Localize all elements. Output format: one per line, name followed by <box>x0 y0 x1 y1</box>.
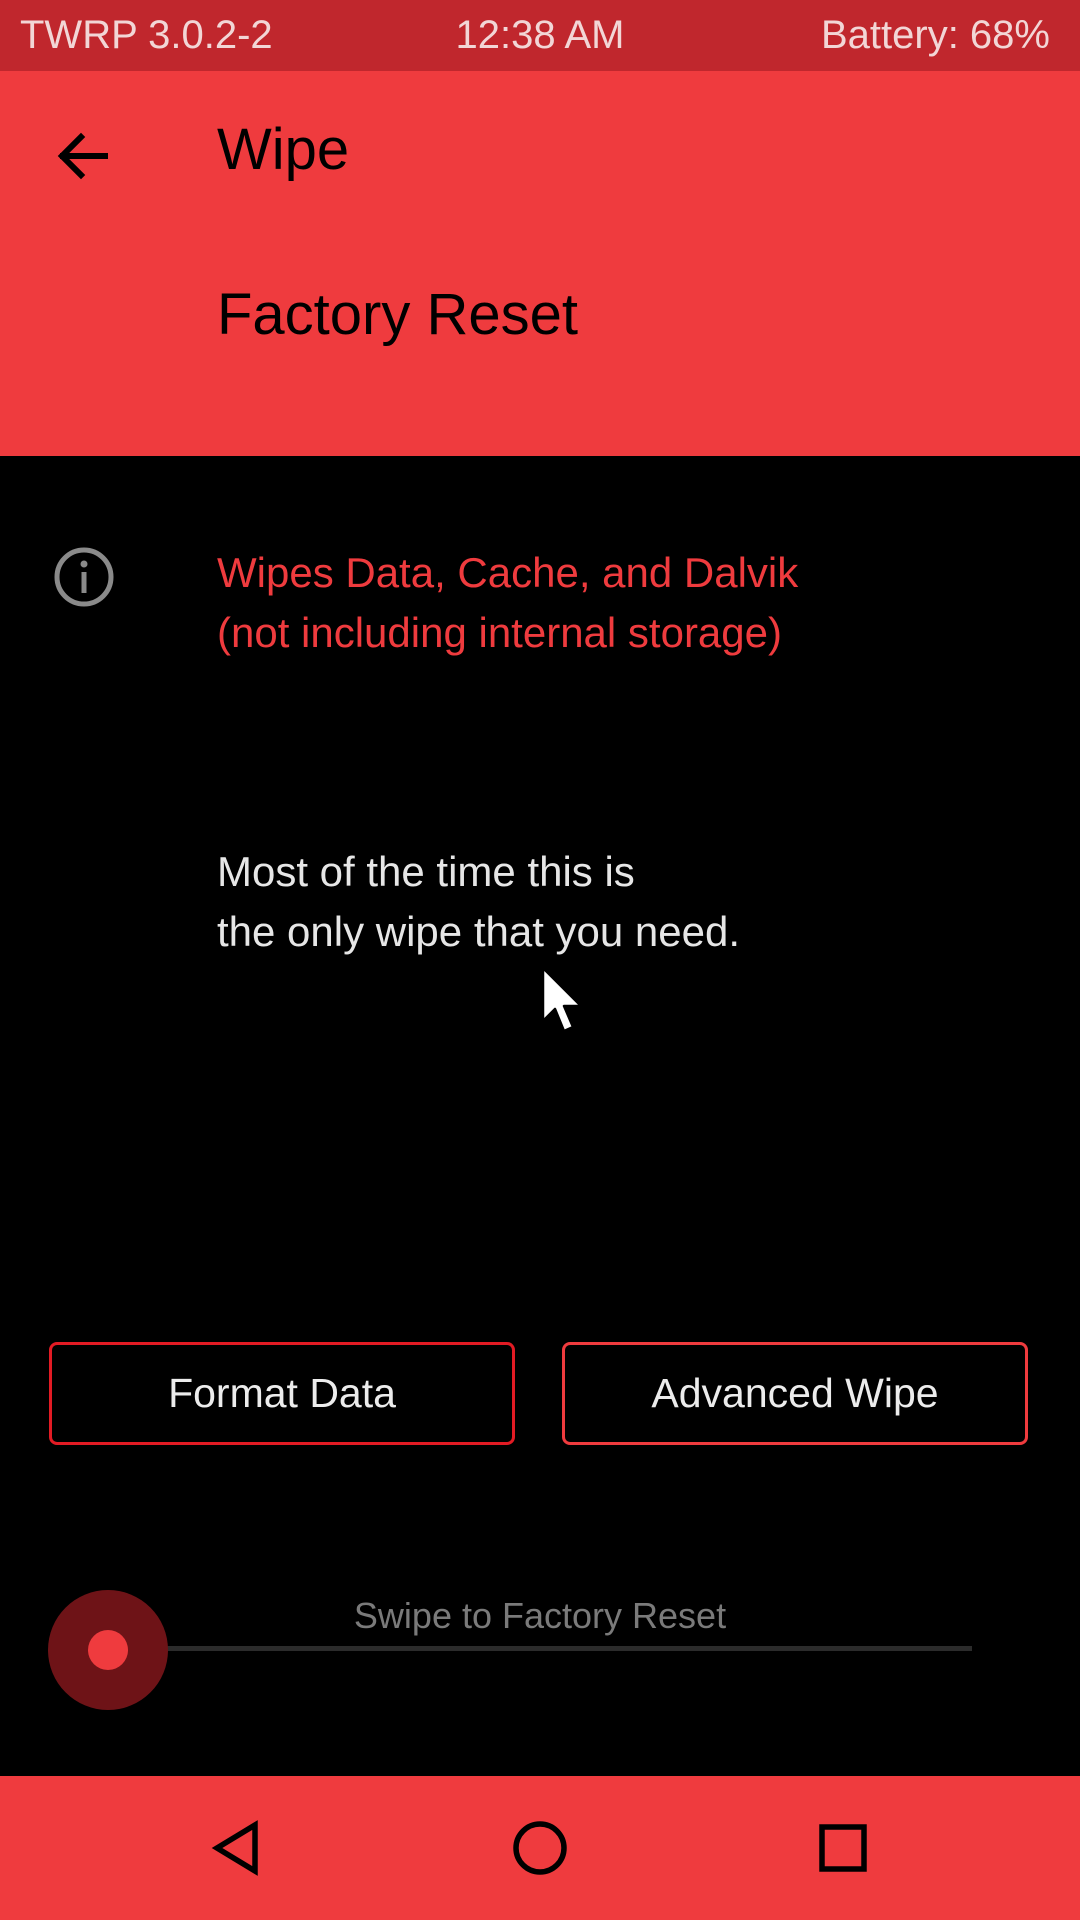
twrp-wipe-screen: TWRP 3.0.2-2 12:38 AM Battery: 68% Wipe … <box>0 0 1080 1920</box>
swipe-track[interactable] <box>108 1646 972 1651</box>
arrow-left-icon <box>57 132 108 180</box>
back-button[interactable] <box>40 113 126 199</box>
advanced-wipe-button[interactable]: Advanced Wipe <box>562 1342 1028 1445</box>
wipe-description-line1: Wipes Data, Cache, and Dalvik <box>217 549 799 596</box>
format-data-button[interactable]: Format Data <box>49 1342 515 1445</box>
nav-back-button[interactable] <box>187 1798 287 1898</box>
swipe-handle-dot <box>88 1630 128 1670</box>
square-recents-icon <box>819 1824 867 1872</box>
mouse-pointer-icon <box>541 966 583 1033</box>
wipe-note-line1: Most of the time this is <box>217 848 635 895</box>
page-subtitle: Factory Reset <box>217 282 578 347</box>
page-title: Wipe <box>217 117 350 182</box>
info-icon <box>54 547 114 607</box>
swipe-handle[interactable] <box>48 1590 168 1710</box>
nav-recents-button[interactable] <box>793 1798 893 1898</box>
header: Wipe Factory Reset <box>0 71 1080 456</box>
wipe-description-line2: (not including internal storage) <box>217 609 782 656</box>
circle-home-icon <box>513 1821 567 1875</box>
battery-status: Battery: 68% <box>820 13 1050 57</box>
nav-home-button[interactable] <box>490 1798 590 1898</box>
wipe-description: Wipes Data, Cache, and Dalvik (not inclu… <box>217 543 1037 663</box>
wipe-note: Most of the time this is the only wipe t… <box>217 842 1037 962</box>
wipe-note-line2: the only wipe that you need. <box>217 908 741 955</box>
triangle-back-icon <box>211 1820 258 1876</box>
status-bar: TWRP 3.0.2-2 12:38 AM Battery: 68% <box>0 0 1080 71</box>
navigation-bar <box>0 1776 1080 1920</box>
